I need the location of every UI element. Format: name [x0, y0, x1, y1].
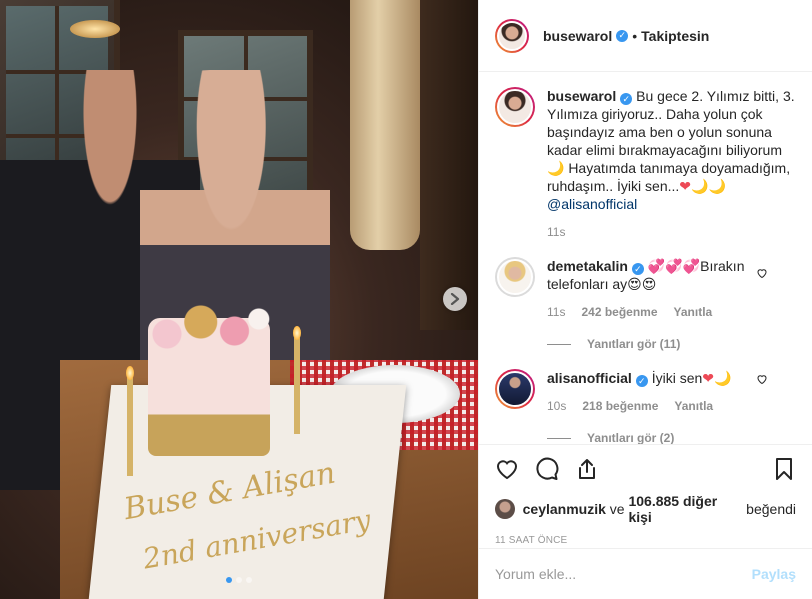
verified-icon: ✓: [620, 93, 633, 105]
post-header: busewarol ✓ • Takiptesin: [479, 0, 812, 72]
caption: busewarol ✓ Bu gece 2. Yılımız bitti, 3. …: [495, 87, 796, 241]
view-replies[interactable]: Yanıtları gör (11): [547, 335, 796, 353]
follow-state[interactable]: Takiptesin: [641, 28, 709, 44]
caption-emoji: ❤🌙🌙: [679, 178, 726, 194]
carousel-dot: [226, 577, 232, 583]
commenter-avatar[interactable]: [495, 257, 535, 297]
carousel-dot: [246, 577, 252, 583]
candle: [294, 338, 300, 434]
comment-input[interactable]: [495, 566, 752, 582]
post-actions: ceylanmuzik ve 106.885 diğer kişi beğend…: [479, 444, 812, 548]
likes-connector: ve: [609, 501, 625, 517]
next-photo-button[interactable]: [443, 287, 467, 311]
verified-icon: ✓: [631, 263, 644, 275]
comment-likes[interactable]: 242 beğenme: [581, 303, 657, 321]
instagram-post: Buse & Alişan 2nd anniversary busewarol …: [0, 0, 812, 599]
view-replies-label[interactable]: Yanıtları gör (2): [587, 429, 674, 444]
comment-item: demetakalin ✓ 💞💞💞Bırakın telefonları ay😍😍…: [495, 257, 796, 353]
curtain-decor: [350, 0, 420, 250]
view-replies[interactable]: Yanıtları gör (2): [547, 429, 796, 444]
candle: [127, 378, 133, 476]
comment-time[interactable]: 10s: [547, 397, 566, 415]
author-avatar[interactable]: [495, 87, 535, 127]
verified-icon: ✓: [616, 29, 629, 42]
liker-avatar[interactable]: [495, 499, 515, 519]
comment-username[interactable]: demetakalin: [547, 258, 628, 274]
post-panel: busewarol ✓ • Takiptesin busewarol ✓ Bu g…: [478, 0, 812, 599]
share-icon[interactable]: [575, 457, 599, 481]
likes-suffix: beğendi: [746, 501, 796, 517]
separator-dot: •: [632, 27, 638, 44]
likes-count[interactable]: 106.885 diğer kişi: [628, 493, 742, 525]
caption-mention[interactable]: @alisanofficial: [547, 196, 637, 212]
comment-likes[interactable]: 218 beğenme: [582, 397, 658, 415]
post-photo[interactable]: Buse & Alişan 2nd anniversary: [0, 0, 478, 599]
comment-text: İyiki sen: [651, 370, 703, 386]
candle-flame: [126, 366, 134, 380]
commenter-avatar[interactable]: [495, 369, 535, 409]
comment-item: alisanofficial ✓ İyiki sen❤🌙 10s 218 beğe…: [495, 369, 796, 444]
view-replies-label[interactable]: Yanıtları gör (11): [587, 335, 680, 353]
comment-emoji: ❤🌙: [702, 370, 732, 386]
post-comment-button[interactable]: Paylaş: [752, 566, 796, 582]
heart-icon[interactable]: [495, 457, 519, 481]
post-timestamp[interactable]: 11 SAAT ÖNCE: [495, 535, 796, 546]
comment-emoji: 💞💞💞: [647, 258, 701, 274]
wall-decor: [420, 0, 478, 330]
author-username[interactable]: busewarol: [543, 28, 612, 44]
reply-button[interactable]: Yanıtla: [674, 303, 713, 321]
bookmark-icon[interactable]: [772, 457, 796, 481]
carousel-dot: [236, 577, 242, 583]
reply-button[interactable]: Yanıtla: [674, 397, 713, 415]
caption-time[interactable]: 11s: [547, 223, 565, 241]
lamp-decor: [70, 20, 120, 38]
comment-username[interactable]: alisanofficial: [547, 370, 632, 386]
author-avatar[interactable]: [495, 18, 529, 53]
next-arrow-icon: [450, 293, 460, 305]
carousel-dots: [0, 577, 478, 583]
comment-icon[interactable]: [535, 457, 559, 481]
likes-summary: ceylanmuzik ve 106.885 diğer kişi beğend…: [495, 493, 796, 525]
like-small-icon[interactable]: [756, 267, 768, 279]
caption-username[interactable]: busewarol: [547, 88, 616, 104]
cake-flowers: [140, 298, 275, 358]
comment-composer: Paylaş: [479, 548, 812, 599]
comments-list[interactable]: busewarol ✓ Bu gece 2. Yılımız bitti, 3. …: [479, 73, 812, 444]
first-liker[interactable]: ceylanmuzik: [523, 501, 606, 517]
comment-time[interactable]: 11s: [547, 303, 565, 321]
like-small-icon[interactable]: [756, 373, 768, 385]
verified-icon: ✓: [635, 375, 648, 387]
candle-flame: [293, 326, 301, 340]
